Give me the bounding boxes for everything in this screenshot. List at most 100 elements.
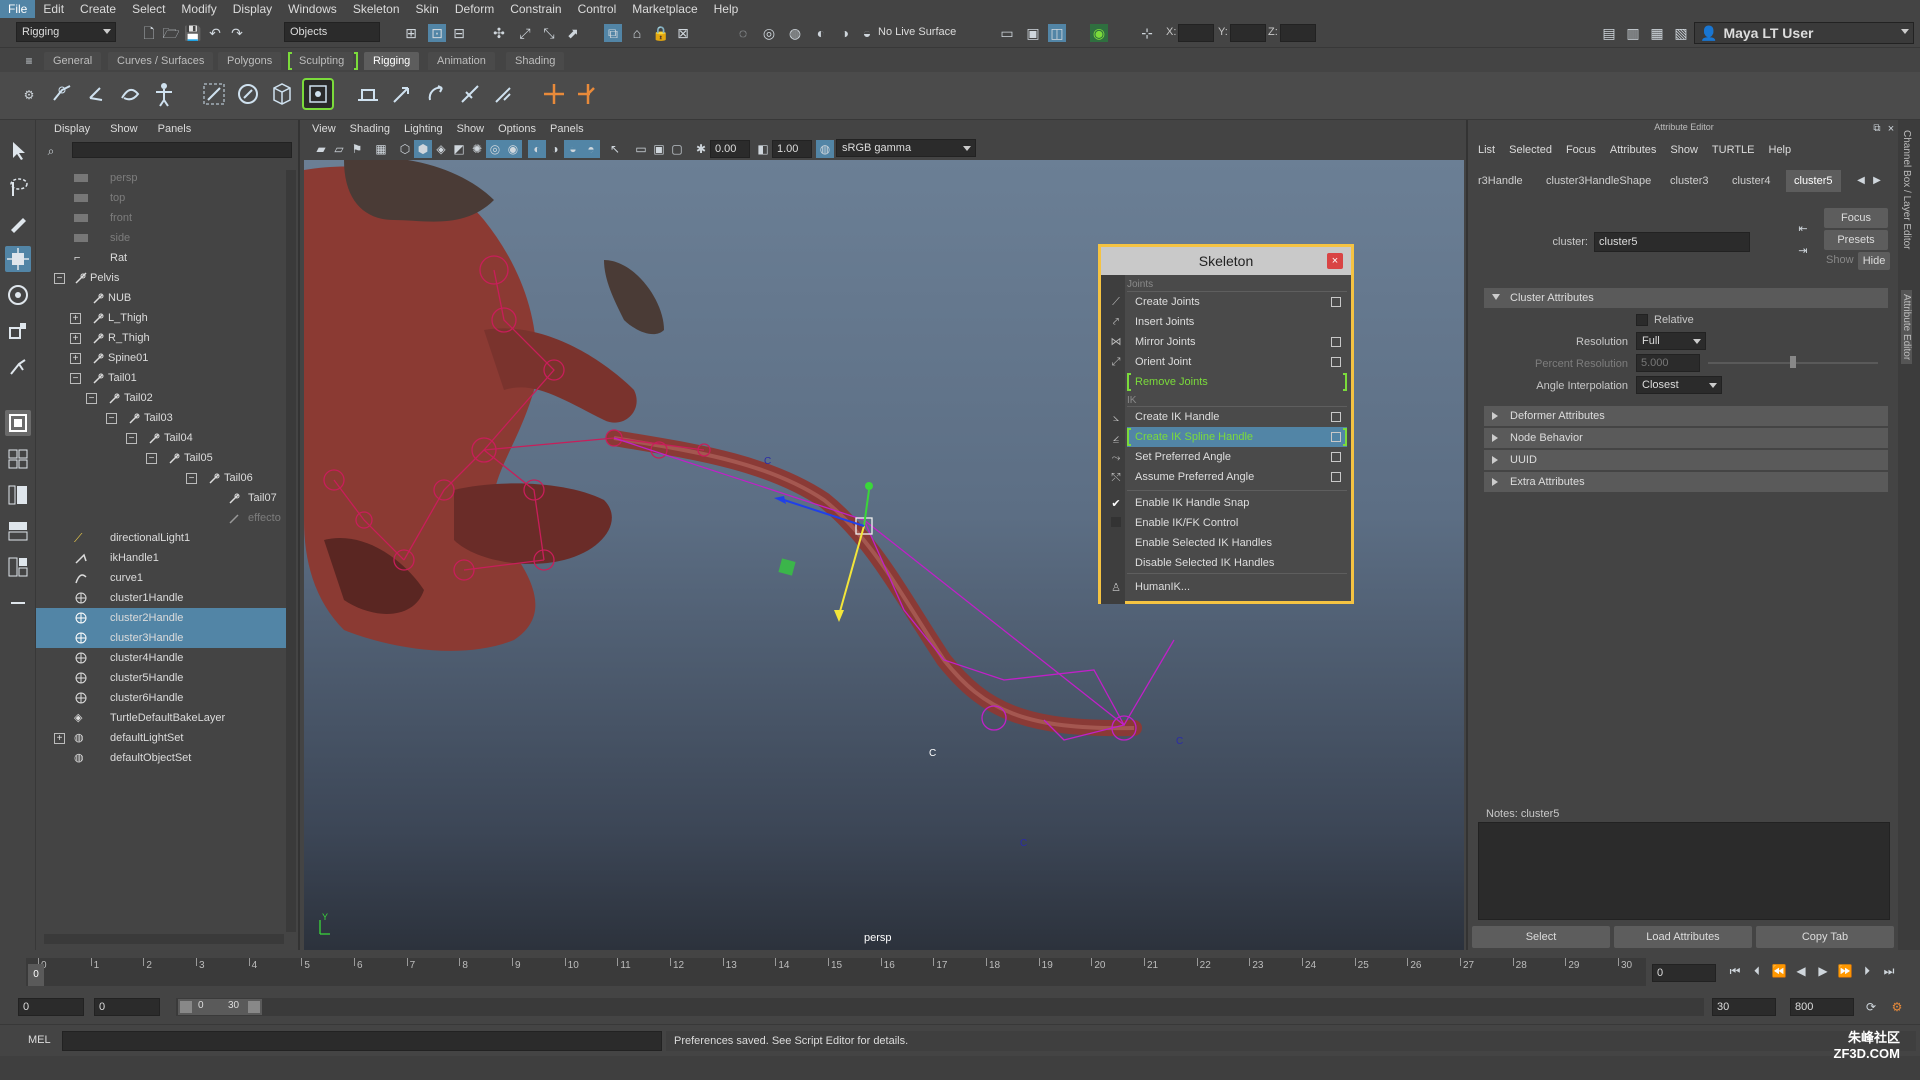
ae-tab-cluster3-handle-shape[interactable]: cluster3HandleShape xyxy=(1538,170,1659,192)
option-box-icon[interactable] xyxy=(1331,432,1341,442)
outliner-filter-icon[interactable]: ⌕ xyxy=(42,142,60,160)
tab-scroll-right-icon[interactable]: ▶ xyxy=(1868,172,1886,190)
select-hierarchy-icon[interactable]: ⊞ xyxy=(402,24,420,42)
collapse-icon[interactable]: − xyxy=(146,453,157,464)
range-slider-bar[interactable]: 0 30 xyxy=(178,999,262,1015)
outliner-item-tail06[interactable]: − Tail06 xyxy=(36,468,286,488)
safe-action-icon[interactable]: ▢ xyxy=(668,140,686,158)
manipulator-z-handle[interactable] xyxy=(865,482,873,490)
menu-item-insert-joints[interactable]: Insert Joints xyxy=(1127,312,1347,332)
cluster-icon[interactable] xyxy=(302,78,334,110)
bookmark-icon[interactable]: ⚑ xyxy=(348,140,366,158)
paint-select-tool-icon[interactable] xyxy=(5,210,31,236)
select-component-icon[interactable]: ⊟ xyxy=(450,24,468,42)
menu-item-create-ik-handle[interactable]: Create IK Handle xyxy=(1127,407,1347,427)
ipr-icon[interactable]: ◫ xyxy=(1048,24,1066,42)
lasso-tool-icon[interactable] xyxy=(5,174,31,200)
bind-skin-icon[interactable] xyxy=(200,80,228,108)
y-field[interactable] xyxy=(1230,24,1266,42)
menu-item-orient-joint[interactable]: Orient Joint xyxy=(1127,352,1347,372)
paint-select-icon[interactable]: ◎ xyxy=(760,24,778,42)
go-to-start-icon[interactable]: ⏮ xyxy=(1726,962,1744,980)
outliner-item-rat[interactable]: ⌐ Rat xyxy=(36,248,286,268)
resolution-dropdown[interactable]: Full xyxy=(1636,332,1706,350)
ae-menu-selected[interactable]: Selected xyxy=(1509,144,1552,156)
menu-file[interactable]: File xyxy=(0,0,36,18)
side-tab-channel-box[interactable]: Channel Box / Layer Editor xyxy=(1901,130,1912,250)
ik-handle-icon[interactable] xyxy=(82,80,110,108)
multisample-icon[interactable]: ↖ xyxy=(606,140,624,158)
marquee-icon[interactable]: ◑ xyxy=(836,24,854,42)
lock-icon[interactable]: 🔒 xyxy=(652,24,670,42)
close-icon[interactable]: × xyxy=(1327,253,1343,269)
shelf-tab-polygons[interactable]: Polygons xyxy=(218,52,282,70)
vp-menu-view[interactable]: View xyxy=(312,123,336,135)
outliner-item-cluster5[interactable]: cluster5Handle xyxy=(36,668,286,688)
menu-control[interactable]: Control xyxy=(570,0,625,18)
new-scene-icon[interactable]: 🗋 xyxy=(140,24,158,42)
menu-item-mirror-joints[interactable]: Mirror Joints xyxy=(1127,332,1347,352)
angle-interpolation-dropdown[interactable]: Closest xyxy=(1636,376,1722,394)
outliner-item-curve[interactable]: curve1 xyxy=(36,568,286,588)
manipulator-z-axis[interactable] xyxy=(863,489,870,527)
menu-item-enable-ik-handle-snap[interactable]: Enable IK Handle Snap xyxy=(1127,493,1347,513)
step-forward-key-icon[interactable]: ⏩ xyxy=(1836,962,1854,980)
snap-grid-icon[interactable]: ✣ xyxy=(490,24,508,42)
outliner-item-cluster2[interactable]: cluster2Handle xyxy=(36,608,286,628)
shelf-tab-sculpting[interactable]: Sculpting xyxy=(290,52,354,70)
undo-icon[interactable]: ↶ xyxy=(206,24,224,42)
xray-joints-icon[interactable]: ◐ xyxy=(528,140,546,158)
motion-blur-icon[interactable]: ◓ xyxy=(582,140,600,158)
persp-graph-icon[interactable] xyxy=(5,518,31,544)
menu-item-enable-ikfk-control[interactable]: Enable IK/FK Control xyxy=(1127,513,1347,533)
input-connection-icon[interactable]: ⇤ xyxy=(1794,220,1812,238)
play-forwards-icon[interactable]: ▶ xyxy=(1814,962,1832,980)
menu-skin[interactable]: Skin xyxy=(408,0,447,18)
menu-item-create-joints[interactable]: Create Joints xyxy=(1127,292,1347,312)
vp-menu-options[interactable]: Options xyxy=(498,123,536,135)
collapse-icon[interactable]: − xyxy=(54,273,65,284)
menu-item-disable-selected-ik[interactable]: Disable Selected IK Handles xyxy=(1127,553,1347,573)
shelf-tab-general[interactable]: General xyxy=(44,52,102,70)
collapse-icon[interactable]: − xyxy=(86,393,97,404)
menu-modify[interactable]: Modify xyxy=(173,0,224,18)
output-connection-icon[interactable]: ⇥ xyxy=(1794,242,1812,260)
range-start-handle[interactable] xyxy=(180,1001,192,1013)
manipulator-y-axis[interactable] xyxy=(838,525,865,616)
menu-item-remove-joints[interactable]: Remove Joints xyxy=(1127,372,1347,392)
xray-icon[interactable]: ◉ xyxy=(504,140,522,158)
channel-box-icon[interactable]: ▧ xyxy=(1672,24,1690,42)
shelf-options-icon[interactable]: ⚙ xyxy=(20,86,38,104)
collapse-icon[interactable]: − xyxy=(126,433,137,444)
menu-deform[interactable]: Deform xyxy=(447,0,502,18)
step-back-key-icon[interactable]: ⏪ xyxy=(1770,962,1788,980)
ae-select-button[interactable]: Select xyxy=(1472,926,1610,948)
color-management-icon[interactable]: ◍ xyxy=(816,140,834,158)
tweak-icon[interactable]: ◐ xyxy=(812,24,830,42)
scale-tool-icon[interactable] xyxy=(5,318,31,344)
play-backwards-icon[interactable]: ◀ xyxy=(1792,962,1810,980)
frame-uuid[interactable]: UUID xyxy=(1484,450,1888,470)
range-end-handle[interactable] xyxy=(248,1001,260,1013)
gamma-field[interactable]: 1.00 xyxy=(772,140,812,158)
ae-menu-focus[interactable]: Focus xyxy=(1566,144,1596,156)
expand-icon[interactable]: + xyxy=(70,313,81,324)
layout-toggle-icon[interactable] xyxy=(5,590,31,616)
frame-deformer-attributes[interactable]: Deformer Attributes xyxy=(1484,406,1888,426)
symmetry-icon[interactable]: ⧉ xyxy=(604,24,622,42)
outliner-menu-show[interactable]: Show xyxy=(110,123,138,135)
command-input[interactable] xyxy=(62,1031,662,1051)
ae-menu-attributes[interactable]: Attributes xyxy=(1610,144,1656,156)
outliner-search-input[interactable] xyxy=(72,142,292,158)
locator-icon[interactable] xyxy=(540,80,568,108)
vp-menu-show[interactable]: Show xyxy=(457,123,485,135)
outliner-item-r-thigh[interactable]: + R_Thigh xyxy=(36,328,286,348)
redo-icon[interactable]: ↷ xyxy=(228,24,246,42)
outliner-item-default-light-set[interactable]: + ◍ defaultLightSet xyxy=(36,728,286,748)
shelf-menu-icon[interactable]: ≡ xyxy=(20,52,38,70)
time-slider-track[interactable]: 0123456789101112131415161718192021222324… xyxy=(26,958,1646,986)
collapse-icon[interactable]: − xyxy=(70,373,81,384)
menu-item-assume-preferred-angle[interactable]: Assume Preferred Angle xyxy=(1127,467,1347,487)
selection-mode-dropdown[interactable]: Objects xyxy=(284,22,380,42)
relative-checkbox[interactable] xyxy=(1636,314,1648,326)
